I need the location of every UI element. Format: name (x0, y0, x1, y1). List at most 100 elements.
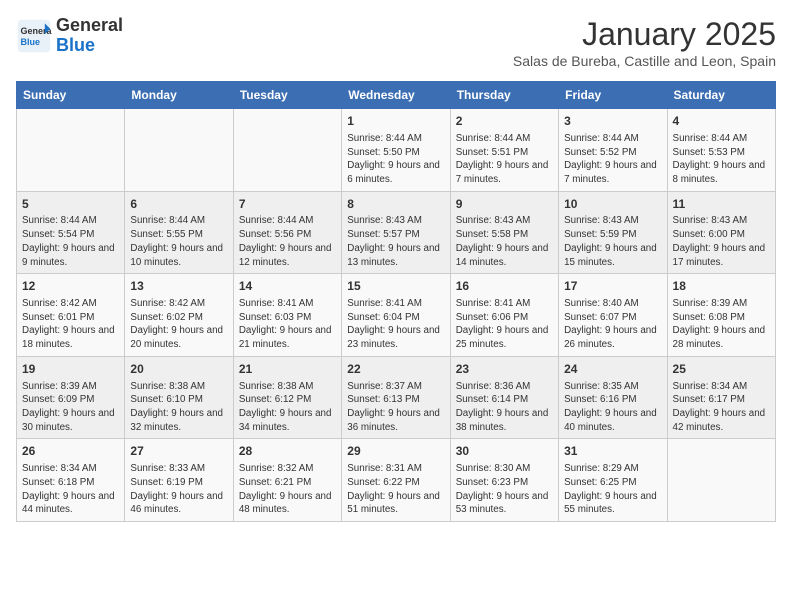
calendar-cell: 29 Sunrise: 8:31 AM Sunset: 6:22 PM Dayli… (342, 439, 450, 522)
calendar-cell: 7Sunrise: 8:44 AM Sunset: 5:56 PM Daylig… (233, 191, 341, 274)
calendar-week-3: 12Sunrise: 8:42 AM Sunset: 6:01 PM Dayli… (17, 274, 776, 357)
day-number: 29 (347, 443, 444, 460)
day-number: 20 (130, 361, 227, 378)
day-number: 4 (673, 113, 770, 130)
calendar-cell: 14 Sunrise: 8:41 AM Sunset: 6:03 PM Dayli… (233, 274, 341, 357)
day-number: 1 (347, 113, 444, 130)
day-number: 17 (564, 278, 661, 295)
calendar-cell: 6Sunrise: 8:44 AM Sunset: 5:55 PM Daylig… (125, 191, 233, 274)
calendar-cell: 15 Sunrise: 8:41 AM Sunset: 6:04 PM Dayli… (342, 274, 450, 357)
calendar-cell: 8Sunrise: 8:43 AM Sunset: 5:57 PM Daylig… (342, 191, 450, 274)
day-number: 3 (564, 113, 661, 130)
day-info: Sunrise: 8:32 AM Sunset: 6:21 PM Dayligh… (239, 462, 336, 517)
calendar-cell: 19 Sunrise: 8:39 AM Sunset: 6:09 PM Dayli… (17, 356, 125, 439)
calendar-cell: 17 Sunrise: 8:40 AM Sunset: 6:07 PM Dayli… (559, 274, 667, 357)
day-info: Sunrise: 8:37 AM Sunset: 6:13 PM Dayligh… (347, 380, 444, 435)
calendar-table: SundayMondayTuesdayWednesdayThursdayFrid… (16, 81, 776, 522)
calendar-cell: 31 Sunrise: 8:29 AM Sunset: 6:25 PM Dayli… (559, 439, 667, 522)
day-number: 27 (130, 443, 227, 460)
day-info: Sunrise: 8:43 AM Sunset: 5:57 PM Dayligh… (347, 214, 444, 269)
day-info: Sunrise: 8:35 AM Sunset: 6:16 PM Dayligh… (564, 380, 661, 435)
day-number: 8 (347, 196, 444, 213)
calendar-cell: 26Sunrise: 8:34 AM Sunset: 6:18 PM Dayli… (17, 439, 125, 522)
day-number: 18 (673, 278, 770, 295)
day-number: 21 (239, 361, 336, 378)
page-header: General Blue General Blue January 2025 S… (16, 16, 776, 69)
weekday-sunday: Sunday (17, 82, 125, 109)
day-number: 13 (130, 278, 227, 295)
day-info: Sunrise: 8:39 AM Sunset: 6:09 PM Dayligh… (22, 380, 119, 435)
day-number: 12 (22, 278, 119, 295)
day-number: 19 (22, 361, 119, 378)
calendar-week-5: 26Sunrise: 8:34 AM Sunset: 6:18 PM Dayli… (17, 439, 776, 522)
calendar-cell (125, 109, 233, 192)
calendar-cell (667, 439, 775, 522)
calendar-cell: 11Sunrise: 8:43 AM Sunset: 6:00 PM Dayli… (667, 191, 775, 274)
day-info: Sunrise: 8:38 AM Sunset: 6:12 PM Dayligh… (239, 380, 336, 435)
day-info: Sunrise: 8:31 AM Sunset: 6:22 PM Dayligh… (347, 462, 444, 517)
day-info: Sunrise: 8:43 AM Sunset: 5:59 PM Dayligh… (564, 214, 661, 269)
calendar-cell: 25 Sunrise: 8:34 AM Sunset: 6:17 PM Dayli… (667, 356, 775, 439)
day-info: Sunrise: 8:41 AM Sunset: 6:03 PM Dayligh… (239, 297, 336, 352)
day-number: 11 (673, 196, 770, 213)
logo: General Blue General Blue (16, 16, 123, 56)
day-info: Sunrise: 8:30 AM Sunset: 6:23 PM Dayligh… (456, 462, 553, 517)
calendar-cell (17, 109, 125, 192)
day-info: Sunrise: 8:44 AM Sunset: 5:52 PM Dayligh… (564, 132, 661, 187)
calendar-cell: 21 Sunrise: 8:38 AM Sunset: 6:12 PM Dayli… (233, 356, 341, 439)
weekday-friday: Friday (559, 82, 667, 109)
title-area: January 2025 Salas de Bureba, Castille a… (513, 16, 776, 69)
day-info: Sunrise: 8:44 AM Sunset: 5:56 PM Dayligh… (239, 214, 336, 269)
day-number: 22 (347, 361, 444, 378)
day-number: 9 (456, 196, 553, 213)
calendar-cell: 30 Sunrise: 8:30 AM Sunset: 6:23 PM Dayli… (450, 439, 558, 522)
calendar-cell: 23Sunrise: 8:36 AM Sunset: 6:14 PM Dayli… (450, 356, 558, 439)
weekday-wednesday: Wednesday (342, 82, 450, 109)
calendar-cell: 20 Sunrise: 8:38 AM Sunset: 6:10 PM Dayli… (125, 356, 233, 439)
day-number: 26 (22, 443, 119, 460)
logo-line1: General (56, 15, 123, 35)
weekday-monday: Monday (125, 82, 233, 109)
day-info: Sunrise: 8:41 AM Sunset: 6:06 PM Dayligh… (456, 297, 553, 352)
day-number: 25 (673, 361, 770, 378)
day-info: Sunrise: 8:29 AM Sunset: 6:25 PM Dayligh… (564, 462, 661, 517)
day-number: 5 (22, 196, 119, 213)
day-number: 2 (456, 113, 553, 130)
day-info: Sunrise: 8:44 AM Sunset: 5:50 PM Dayligh… (347, 132, 444, 187)
day-info: Sunrise: 8:44 AM Sunset: 5:55 PM Dayligh… (130, 214, 227, 269)
day-info: Sunrise: 8:43 AM Sunset: 6:00 PM Dayligh… (673, 214, 770, 269)
calendar-week-2: 5Sunrise: 8:44 AM Sunset: 5:54 PM Daylig… (17, 191, 776, 274)
calendar-cell: 2Sunrise: 8:44 AM Sunset: 5:51 PM Daylig… (450, 109, 558, 192)
calendar-cell: 24 Sunrise: 8:35 AM Sunset: 6:16 PM Dayli… (559, 356, 667, 439)
day-info: Sunrise: 8:41 AM Sunset: 6:04 PM Dayligh… (347, 297, 444, 352)
calendar-cell (233, 109, 341, 192)
day-info: Sunrise: 8:40 AM Sunset: 6:07 PM Dayligh… (564, 297, 661, 352)
calendar-week-1: 1 Sunrise: 8:44 AM Sunset: 5:50 PM Daylig… (17, 109, 776, 192)
day-number: 23 (456, 361, 553, 378)
calendar-week-4: 19 Sunrise: 8:39 AM Sunset: 6:09 PM Dayli… (17, 356, 776, 439)
day-number: 15 (347, 278, 444, 295)
day-number: 30 (456, 443, 553, 460)
calendar-cell: 1 Sunrise: 8:44 AM Sunset: 5:50 PM Daylig… (342, 109, 450, 192)
day-info: Sunrise: 8:39 AM Sunset: 6:08 PM Dayligh… (673, 297, 770, 352)
day-info: Sunrise: 8:38 AM Sunset: 6:10 PM Dayligh… (130, 380, 227, 435)
day-number: 14 (239, 278, 336, 295)
logo-line2: Blue (56, 35, 95, 55)
weekday-thursday: Thursday (450, 82, 558, 109)
calendar-cell: 4Sunrise: 8:44 AM Sunset: 5:53 PM Daylig… (667, 109, 775, 192)
calendar-cell: 3 Sunrise: 8:44 AM Sunset: 5:52 PM Daylig… (559, 109, 667, 192)
calendar-cell: 12Sunrise: 8:42 AM Sunset: 6:01 PM Dayli… (17, 274, 125, 357)
day-number: 24 (564, 361, 661, 378)
day-info: Sunrise: 8:34 AM Sunset: 6:17 PM Dayligh… (673, 380, 770, 435)
logo-icon: General Blue (16, 18, 52, 54)
day-info: Sunrise: 8:43 AM Sunset: 5:58 PM Dayligh… (456, 214, 553, 269)
calendar-cell: 27Sunrise: 8:33 AM Sunset: 6:19 PM Dayli… (125, 439, 233, 522)
calendar-cell: 13Sunrise: 8:42 AM Sunset: 6:02 PM Dayli… (125, 274, 233, 357)
day-number: 31 (564, 443, 661, 460)
weekday-tuesday: Tuesday (233, 82, 341, 109)
calendar-cell: 18 Sunrise: 8:39 AM Sunset: 6:08 PM Dayli… (667, 274, 775, 357)
day-number: 7 (239, 196, 336, 213)
calendar-cell: 5Sunrise: 8:44 AM Sunset: 5:54 PM Daylig… (17, 191, 125, 274)
location-subtitle: Salas de Bureba, Castille and Leon, Spai… (513, 53, 776, 69)
day-number: 16 (456, 278, 553, 295)
